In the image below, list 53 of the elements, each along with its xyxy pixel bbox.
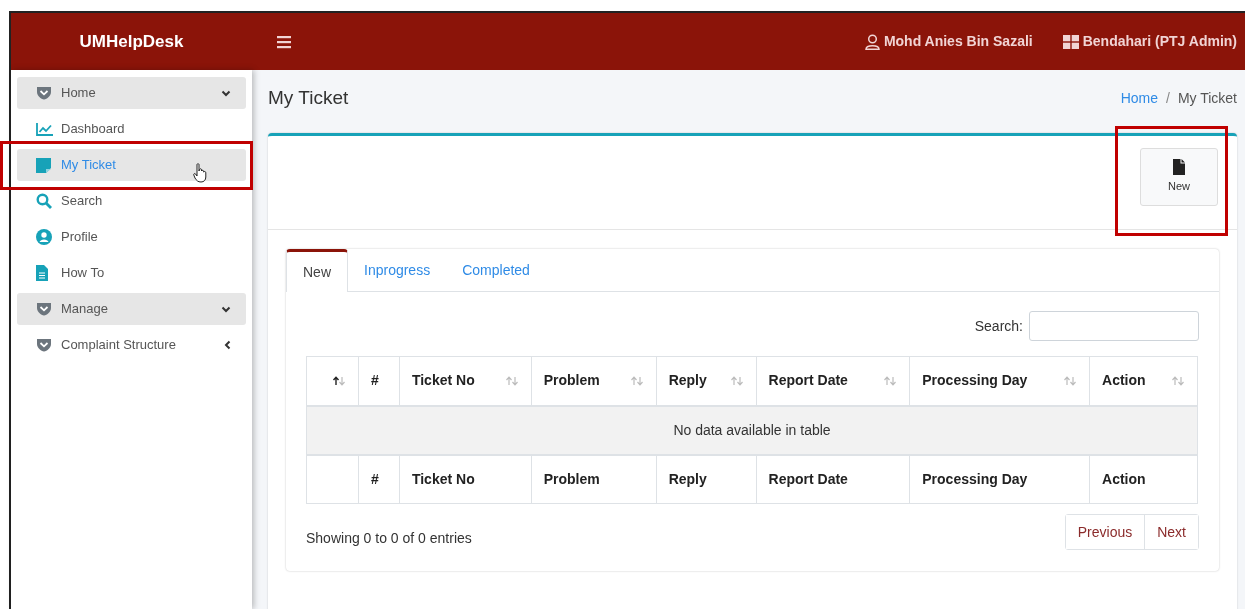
column-footer: Processing Day — [922, 470, 1028, 487]
breadcrumb-current: My Ticket — [1177, 88, 1237, 108]
menu-item[interactable]: Complaint Structure — [17, 329, 246, 361]
menu-item[interactable]: How To — [17, 257, 246, 289]
column-footer: Report Date — [768, 470, 848, 487]
menu-icon[interactable] — [277, 34, 291, 49]
column-footer: # — [370, 470, 379, 487]
column-header[interactable]: Action — [1102, 370, 1146, 392]
breadcrumb-separator: / — [1166, 88, 1170, 108]
sort-icon[interactable] — [629, 375, 644, 386]
pocket-icon — [36, 86, 52, 100]
new-button[interactable]: New — [1140, 148, 1218, 206]
user-role[interactable]: Bendahari (PTJ Admin) — [1082, 31, 1237, 52]
menu-item[interactable]: Dashboard — [17, 113, 246, 145]
column-header[interactable]: Reply — [668, 370, 707, 392]
menu-item[interactable]: Search — [17, 185, 246, 217]
tab[interactable]: Completed — [446, 249, 546, 292]
tab[interactable]: New — [286, 249, 348, 292]
page-title: My Ticket — [268, 85, 349, 110]
empty-table-message: No data available in table — [673, 421, 831, 438]
column-footer: Problem — [543, 470, 600, 487]
column-header[interactable]: # — [370, 370, 379, 392]
note-icon — [36, 157, 51, 173]
document-icon — [36, 265, 48, 281]
column-footer: Ticket No — [411, 470, 475, 487]
column-header[interactable]: Problem — [543, 370, 600, 392]
user-name[interactable]: Mohd Anies Bin Sazali — [883, 31, 1033, 52]
search-icon — [36, 193, 52, 209]
chart-icon — [36, 122, 54, 136]
user-icon[interactable] — [864, 33, 880, 50]
menu-group[interactable]: Manage — [17, 293, 246, 325]
menu-item[interactable]: Profile — [17, 221, 246, 253]
sort-icon[interactable] — [883, 375, 898, 386]
column-footer: Action — [1102, 470, 1146, 487]
sort-ascending-icon[interactable] — [331, 375, 346, 386]
tab[interactable]: Inprogress — [348, 249, 447, 292]
pagination-button[interactable]: Next — [1144, 515, 1198, 549]
entries-info: Showing 0 to 0 of 0 entries — [306, 528, 472, 548]
search-field[interactable] — [1029, 311, 1199, 341]
pocket-icon — [36, 338, 52, 352]
hand-cursor-icon — [193, 163, 207, 183]
sort-icon[interactable] — [729, 375, 744, 386]
menu-group[interactable]: Home — [17, 77, 246, 109]
sort-icon[interactable] — [504, 375, 519, 386]
column-footer: Reply — [668, 470, 707, 487]
profile-icon — [36, 229, 52, 245]
grid-icon[interactable] — [1062, 34, 1079, 49]
search-label: Search: — [974, 316, 1023, 336]
brand-title[interactable]: UMHelpDesk — [79, 31, 184, 51]
sort-icon[interactable] — [1171, 375, 1185, 386]
sort-icon[interactable] — [1063, 375, 1078, 386]
pocket-icon — [36, 302, 52, 316]
file-icon — [1173, 159, 1185, 176]
